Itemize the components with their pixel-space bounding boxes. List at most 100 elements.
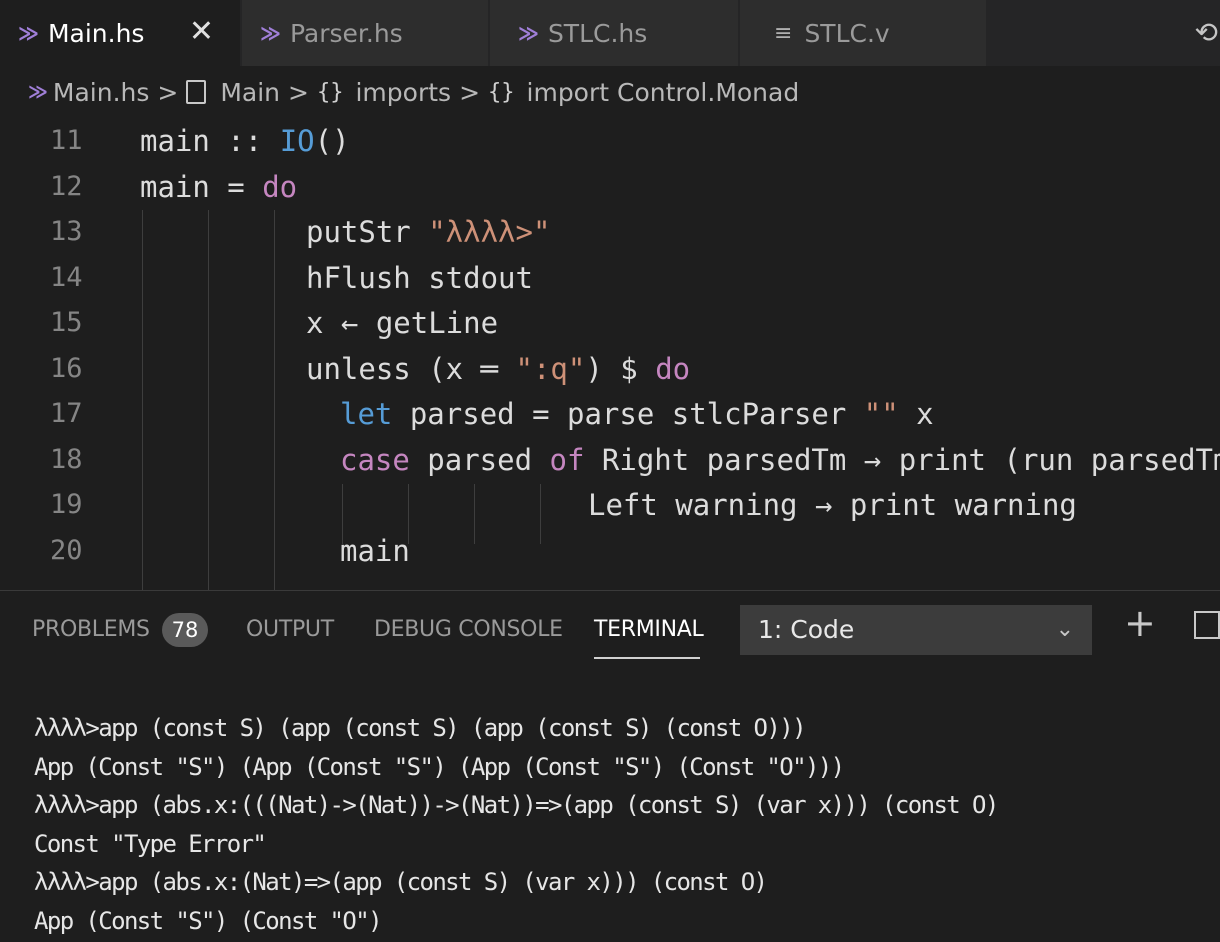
code-token: let [340, 397, 393, 431]
close-icon[interactable]: ✕ [189, 14, 214, 50]
bottom-panel: PROBLEMS 78 OUTPUT DEBUG CONSOLE TERMINA… [0, 590, 1220, 942]
code-line[interactable]: 20 main [0, 528, 1220, 574]
code-token: x ← getLine [306, 306, 499, 340]
code-token: putStr [306, 215, 429, 249]
tab-label: STLC.v [804, 18, 890, 48]
code-line[interactable]: 19 Left warning → print warning [0, 482, 1220, 528]
haskell-icon: ≫ [18, 21, 39, 45]
tab-stlc-hs[interactable]: ≫ STLC.hs [490, 0, 738, 66]
code-line[interactable]: 18 case parsed of Right parsedTm → print … [0, 437, 1220, 483]
code-token: case [340, 442, 410, 477]
code-text: main = do [140, 164, 297, 210]
tab-debug-console[interactable]: DEBUG CONSOLE [374, 617, 563, 642]
haskell-icon: ≫ [28, 81, 48, 103]
code-token: Right parsedTm → print (run parsedTm) [584, 442, 1220, 477]
breadcrumb-item[interactable]: import Control.Monad [527, 78, 800, 107]
tab-label: STLC.hs [547, 18, 648, 48]
tab-label: Parser.hs [289, 18, 403, 48]
code-token: unless (x ═ [306, 351, 516, 386]
terminal-line: λλλλ>app (const S) (app (const S) (app (… [34, 714, 807, 742]
terminal-line: λλλλ>app (abs.x:(Nat)=>(app (const S) (v… [34, 868, 768, 896]
line-number: 18 [50, 443, 83, 475]
code-token: main [340, 533, 410, 568]
code-line[interactable]: 16 unless (x ═ ":q") $ do [0, 346, 1220, 392]
tab-output[interactable]: OUTPUT [246, 617, 334, 642]
code-editor[interactable]: 11 main :: IO() 12 main = do 13 putStr "λλλλ>… [0, 118, 1220, 590]
code-line[interactable]: 17 let parsed = parse stlcParser "" x [0, 391, 1220, 437]
code-token: "" [863, 397, 899, 431]
tab-problems[interactable]: PROBLEMS [32, 617, 150, 642]
code-token: do [262, 169, 298, 204]
line-number: 15 [50, 307, 83, 338]
terminal-output[interactable]: λλλλ>app (const S) (app (const S) (app (… [34, 709, 999, 940]
code-text: main :: IO() [140, 118, 350, 164]
haskell-icon: ≫ [518, 21, 539, 45]
code-token: main :: [140, 124, 280, 158]
breadcrumb: ≫ Main.hs > Main > {} imports > {} impor… [0, 66, 1220, 118]
file-icon [186, 80, 207, 104]
code-text: case parsed of Right parsedTm → print (r… [340, 437, 1220, 483]
terminal-line: Const "Type Error" [34, 829, 267, 858]
code-token: parsed = parse stlcParser [392, 397, 864, 431]
breadcrumb-module[interactable]: Main [220, 78, 280, 107]
compare-changes-icon[interactable]: ⟲ [1195, 16, 1218, 49]
new-terminal-icon[interactable]: + [1124, 601, 1156, 645]
code-token: Left warning → print warning [588, 488, 1077, 522]
terminal-line: λλλλ>app (abs.x:(((Nat)->(Nat))->(Nat))=… [34, 791, 999, 819]
line-number: 19 [50, 489, 83, 520]
code-text: x ← getLine [306, 300, 498, 346]
tab-stlc-v[interactable]: ≡ STLC.v [740, 0, 986, 66]
line-number: 17 [50, 398, 83, 429]
editor-tab-bar: ≫ Main.hs ✕ ≫ Parser.hs ≫ STLC.hs ≡ STLC… [0, 0, 1220, 66]
tab-label: Main.hs [47, 18, 145, 48]
line-number: 14 [50, 261, 83, 293]
line-number: 12 [50, 170, 83, 202]
line-number: 16 [50, 352, 83, 384]
code-token: "λλλλ>" [428, 215, 551, 249]
tab-parser-hs[interactable]: ≫ Parser.hs [242, 0, 488, 66]
terminal-line: App (Const "S") (Const "O") [34, 906, 383, 935]
code-token: parsed [409, 442, 550, 477]
breadcrumb-separator: > [288, 77, 309, 107]
code-line[interactable]: 14 hFlush stdout [0, 255, 1220, 301]
code-text: unless (x ═ ":q") $ do [306, 346, 690, 392]
line-number: 11 [50, 125, 83, 156]
code-token: IO [279, 124, 315, 158]
code-line[interactable]: 11 main :: IO() [0, 118, 1220, 164]
haskell-icon: ≫ [260, 21, 281, 45]
braces-icon: {} [488, 79, 515, 105]
terminal-select-value: 1: Code [758, 615, 855, 644]
terminal-line: App (Const "S") (App (Const "S") (App (C… [34, 752, 845, 781]
breadcrumb-file[interactable]: Main.hs [53, 78, 150, 107]
breadcrumb-separator: > [459, 77, 481, 107]
chevron-down-icon: ⌄ [1055, 617, 1074, 642]
code-line[interactable]: 13 putStr "λλλλ>" [0, 209, 1220, 255]
line-number: 13 [50, 216, 83, 247]
code-text: main [340, 528, 410, 574]
lines-file-icon: ≡ [774, 20, 793, 46]
braces-icon: {} [316, 79, 344, 105]
code-token: do [655, 351, 691, 386]
code-line[interactable]: 15 x ← getLine [0, 300, 1220, 346]
code-text: Left warning → print warning [588, 482, 1077, 528]
breadcrumb-separator: > [157, 77, 179, 107]
code-token: hFlush stdout [306, 260, 533, 295]
code-text: putStr "λλλλ>" [306, 209, 550, 255]
code-token: x [898, 397, 934, 431]
breadcrumb-section[interactable]: imports [355, 78, 451, 107]
code-text: let parsed = parse stlcParser "" x [340, 391, 934, 437]
split-terminal-icon[interactable] [1194, 611, 1220, 639]
active-tab-indicator [594, 657, 700, 659]
code-token: of [549, 442, 585, 477]
tab-main-hs[interactable]: ≫ Main.hs ✕ [0, 0, 240, 66]
terminal-select[interactable]: 1: Code ⌄ [740, 605, 1092, 655]
problems-count-badge: 78 [162, 613, 208, 647]
code-token: main = [140, 169, 263, 204]
code-text: hFlush stdout [306, 255, 533, 301]
line-number: 20 [50, 534, 83, 566]
code-token: () [314, 124, 350, 158]
code-token: ":q" [515, 351, 586, 386]
code-token: ) $ [585, 351, 656, 386]
code-line[interactable]: 12 main = do [0, 164, 1220, 210]
tab-terminal[interactable]: TERMINAL [594, 617, 704, 642]
